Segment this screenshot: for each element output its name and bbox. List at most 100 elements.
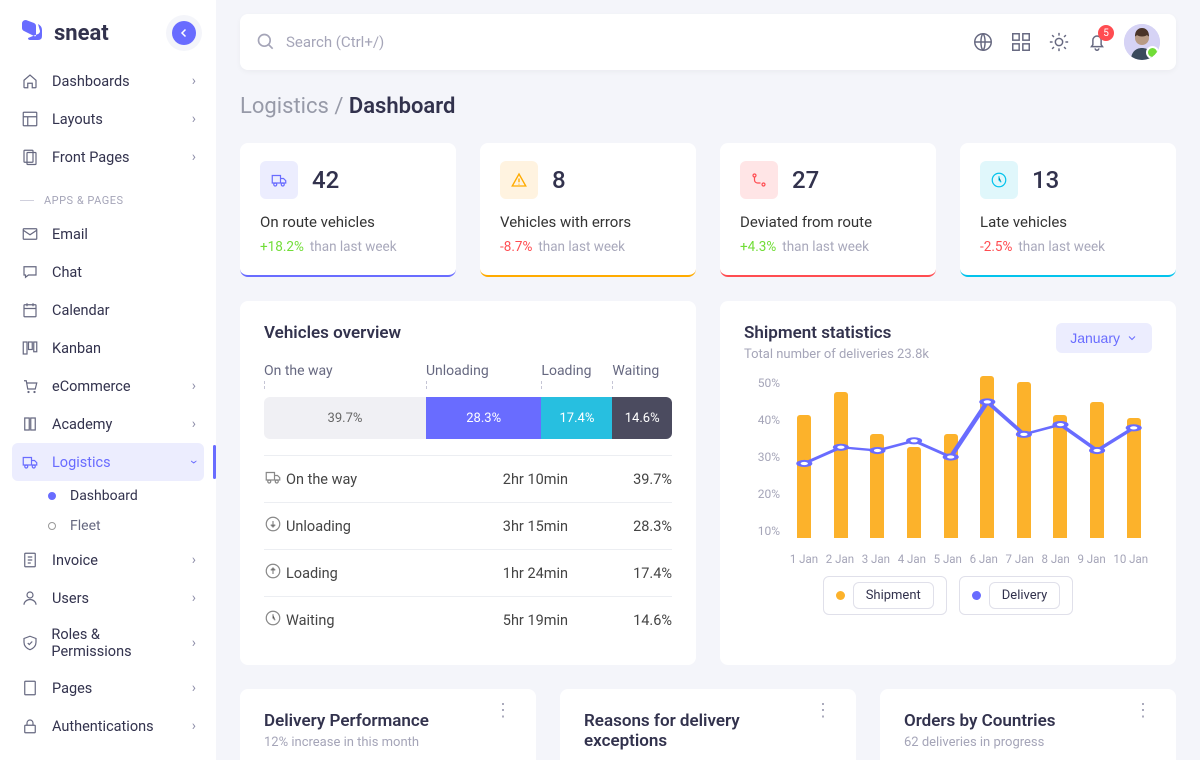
- month-select-button[interactable]: January: [1056, 323, 1152, 353]
- truck-icon: [20, 452, 40, 472]
- segment-label: Waiting: [612, 363, 672, 379]
- sidebar-item-ecommerce[interactable]: eCommerce›: [0, 367, 216, 405]
- overview-row: Loading1hr 24min17.4%: [264, 549, 672, 596]
- segment-label: On the way: [264, 363, 426, 379]
- chat-icon: [20, 262, 40, 282]
- chart-legend: Shipment Delivery: [744, 576, 1152, 615]
- shipment-stats-subtitle: Total number of deliveries 23.8k: [744, 347, 929, 362]
- vehicles-overview-title: Vehicles overview: [264, 323, 672, 343]
- orders-by-countries-card: Orders by Countries 62 deliveries in pro…: [880, 689, 1176, 760]
- stat-delta: +4.3%: [740, 239, 776, 255]
- segment-bar-part: 28.3%: [426, 397, 541, 439]
- sidebar-sub-fleet[interactable]: Fleet: [0, 511, 216, 541]
- notification-badge: 5: [1098, 25, 1114, 41]
- shipment-stats-card: Shipment statistics Total number of deli…: [720, 301, 1176, 665]
- overview-row: Unloading3hr 15min28.3%: [264, 502, 672, 549]
- breadcrumb-current: Dashboard: [349, 94, 455, 119]
- stat-label: Deviated from route: [740, 213, 916, 231]
- delivery-exceptions-title: Reasons for delivery exceptions: [584, 711, 814, 751]
- truck-icon: [260, 161, 298, 199]
- theme-icon[interactable]: [1048, 31, 1070, 53]
- language-icon[interactable]: [972, 31, 994, 53]
- stat-value: 8: [552, 166, 566, 194]
- dot-icon: [48, 492, 56, 500]
- breadcrumb: Logistics / Dashboard: [240, 94, 1176, 119]
- page-icon: [20, 678, 40, 698]
- overview-row: Waiting5hr 19min14.6%: [264, 596, 672, 643]
- vehicles-overview-card: Vehicles overview On the wayUnloading Loa…: [240, 301, 696, 665]
- dot-icon: [48, 522, 56, 530]
- sidebar-item-logistics[interactable]: Logistics›: [12, 443, 204, 481]
- stat-delta: -8.7%: [500, 239, 532, 255]
- book-icon: [20, 414, 40, 434]
- pages-icon: [20, 147, 40, 167]
- route-icon: [740, 161, 778, 199]
- sidebar-sub-dashboard[interactable]: Dashboard: [0, 481, 216, 511]
- chevron-right-icon: ›: [192, 635, 196, 651]
- legend-shipment: Shipment: [823, 576, 947, 615]
- delivery-performance-card: Delivery Performance 12% increase in thi…: [240, 689, 536, 760]
- user-icon: [20, 588, 40, 608]
- sidebar-item-roles-permissions[interactable]: Roles & Permissions›: [0, 617, 216, 669]
- chevron-right-icon: ›: [192, 718, 196, 734]
- stat-label: Vehicles with errors: [500, 213, 676, 231]
- avatar[interactable]: [1124, 24, 1160, 60]
- sidebar-item-pages[interactable]: Pages›: [0, 669, 216, 707]
- chevron-right-icon: ›: [192, 111, 196, 127]
- clock-icon: [980, 161, 1018, 199]
- invoice-icon: [20, 550, 40, 570]
- shipment-stats-title: Shipment statistics: [744, 323, 929, 343]
- sidebar-item-kanban[interactable]: Kanban: [0, 329, 216, 367]
- kanban-icon: [20, 338, 40, 358]
- sidebar-item-calendar[interactable]: Calendar: [0, 291, 216, 329]
- apps-grid-icon[interactable]: [1010, 31, 1032, 53]
- mail-icon: [20, 224, 40, 244]
- chevron-right-icon: ›: [192, 552, 196, 568]
- warning-icon: [500, 161, 538, 199]
- notifications-icon[interactable]: 5: [1086, 31, 1108, 53]
- sidebar-item-invoice[interactable]: Invoice›: [0, 541, 216, 579]
- load-icon: [264, 562, 286, 584]
- logo-mark-icon: [20, 18, 44, 48]
- stat-card: 8Vehicles with errors-8.7%than last week: [480, 143, 696, 277]
- main-content: Search (Ctrl+/) 5 Logistics / Dashboard …: [216, 0, 1200, 760]
- brand-logo[interactable]: sneat: [20, 18, 109, 48]
- segment-bar-part: 14.6%: [612, 397, 672, 439]
- sidebar-item-front-pages[interactable]: Front Pages›: [0, 138, 216, 176]
- stat-value: 42: [312, 166, 339, 194]
- sidebar-item-dashboards[interactable]: Dashboards›: [0, 62, 216, 100]
- sidebar-item-email[interactable]: Email: [0, 215, 216, 253]
- chevron-right-icon: ›: [192, 378, 196, 394]
- search-icon: [256, 32, 276, 52]
- delivery-performance-subtitle: 12% increase in this month: [264, 735, 429, 750]
- cart-icon: [20, 376, 40, 396]
- chevron-right-icon: ›: [192, 73, 196, 89]
- stat-card: 42On route vehicles+18.2%than last week: [240, 143, 456, 277]
- calendar-icon: [20, 300, 40, 320]
- legend-delivery: Delivery: [959, 576, 1074, 615]
- orders-title: Orders by Countries: [904, 711, 1055, 731]
- sidebar-item-layouts[interactable]: Layouts›: [0, 100, 216, 138]
- chevron-right-icon: ›: [192, 680, 196, 696]
- search-placeholder: Search (Ctrl+/): [286, 33, 384, 51]
- segment-label: Unloading: [426, 363, 541, 379]
- collapse-sidebar-button[interactable]: [172, 21, 196, 45]
- breadcrumb-parent[interactable]: Logistics: [240, 94, 329, 119]
- chevron-right-icon: ›: [192, 149, 196, 165]
- segment-bar: 39.7%28.3%17.4%14.6%: [264, 397, 672, 439]
- search-input[interactable]: Search (Ctrl+/): [256, 32, 972, 52]
- unload-icon: [264, 515, 286, 537]
- sidebar-item-authentications[interactable]: Authentications›: [0, 707, 216, 745]
- topbar: Search (Ctrl+/) 5: [240, 14, 1176, 70]
- chevron-right-icon: ›: [192, 590, 196, 606]
- sidebar-item-chat[interactable]: Chat: [0, 253, 216, 291]
- stat-card: 27Deviated from route+4.3%than last week: [720, 143, 936, 277]
- layout-icon: [20, 109, 40, 129]
- sidebar-item-academy[interactable]: Academy›: [0, 405, 216, 443]
- stat-delta: +18.2%: [260, 239, 304, 255]
- home-icon: [20, 71, 40, 91]
- sidebar-item-users[interactable]: Users›: [0, 579, 216, 617]
- stat-label: On route vehicles: [260, 213, 436, 231]
- stat-label: Late vehicles: [980, 213, 1156, 231]
- lock-icon: [20, 716, 40, 736]
